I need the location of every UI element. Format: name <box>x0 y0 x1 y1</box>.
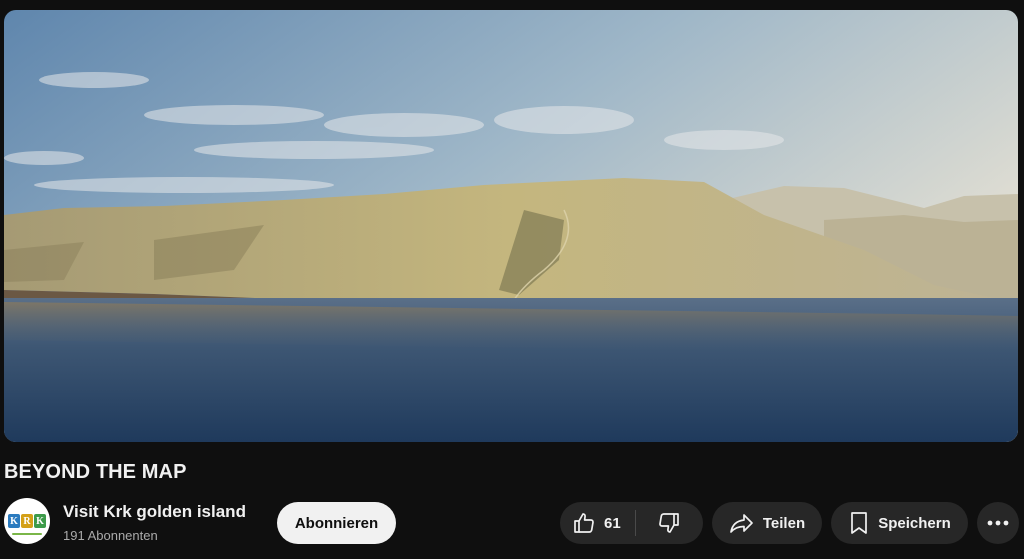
bookmark-icon <box>848 511 870 535</box>
channel-name[interactable]: Visit Krk golden island <box>63 502 246 522</box>
like-count: 61 <box>604 514 621 532</box>
thumb-up-icon <box>572 511 596 535</box>
thumb-down-icon <box>657 511 681 535</box>
share-button[interactable]: Teilen <box>712 502 822 544</box>
avatar-letter: K <box>8 514 20 528</box>
avatar-letter: K <box>34 514 46 528</box>
share-arrow-icon <box>729 511 755 535</box>
video-title: BEYOND THE MAP <box>4 461 187 483</box>
like-button[interactable]: 61 <box>560 502 635 544</box>
share-label: Teilen <box>762 514 806 532</box>
avatar-letter: R <box>21 514 33 528</box>
video-frame <box>4 10 1018 442</box>
more-horizontal-icon <box>987 520 1009 526</box>
video-player[interactable] <box>4 10 1018 442</box>
subscriber-count: 191 Abonnenten <box>63 528 158 543</box>
save-button[interactable]: Speichern <box>831 502 968 544</box>
dislike-button[interactable] <box>636 502 703 544</box>
save-label: Speichern <box>878 514 951 532</box>
subscribe-button[interactable]: Abonnieren <box>277 502 396 544</box>
channel-avatar[interactable]: K R K <box>4 498 50 544</box>
like-dislike-group: 61 <box>560 502 703 544</box>
avatar-underline <box>12 533 42 535</box>
more-actions-button[interactable] <box>977 502 1019 544</box>
